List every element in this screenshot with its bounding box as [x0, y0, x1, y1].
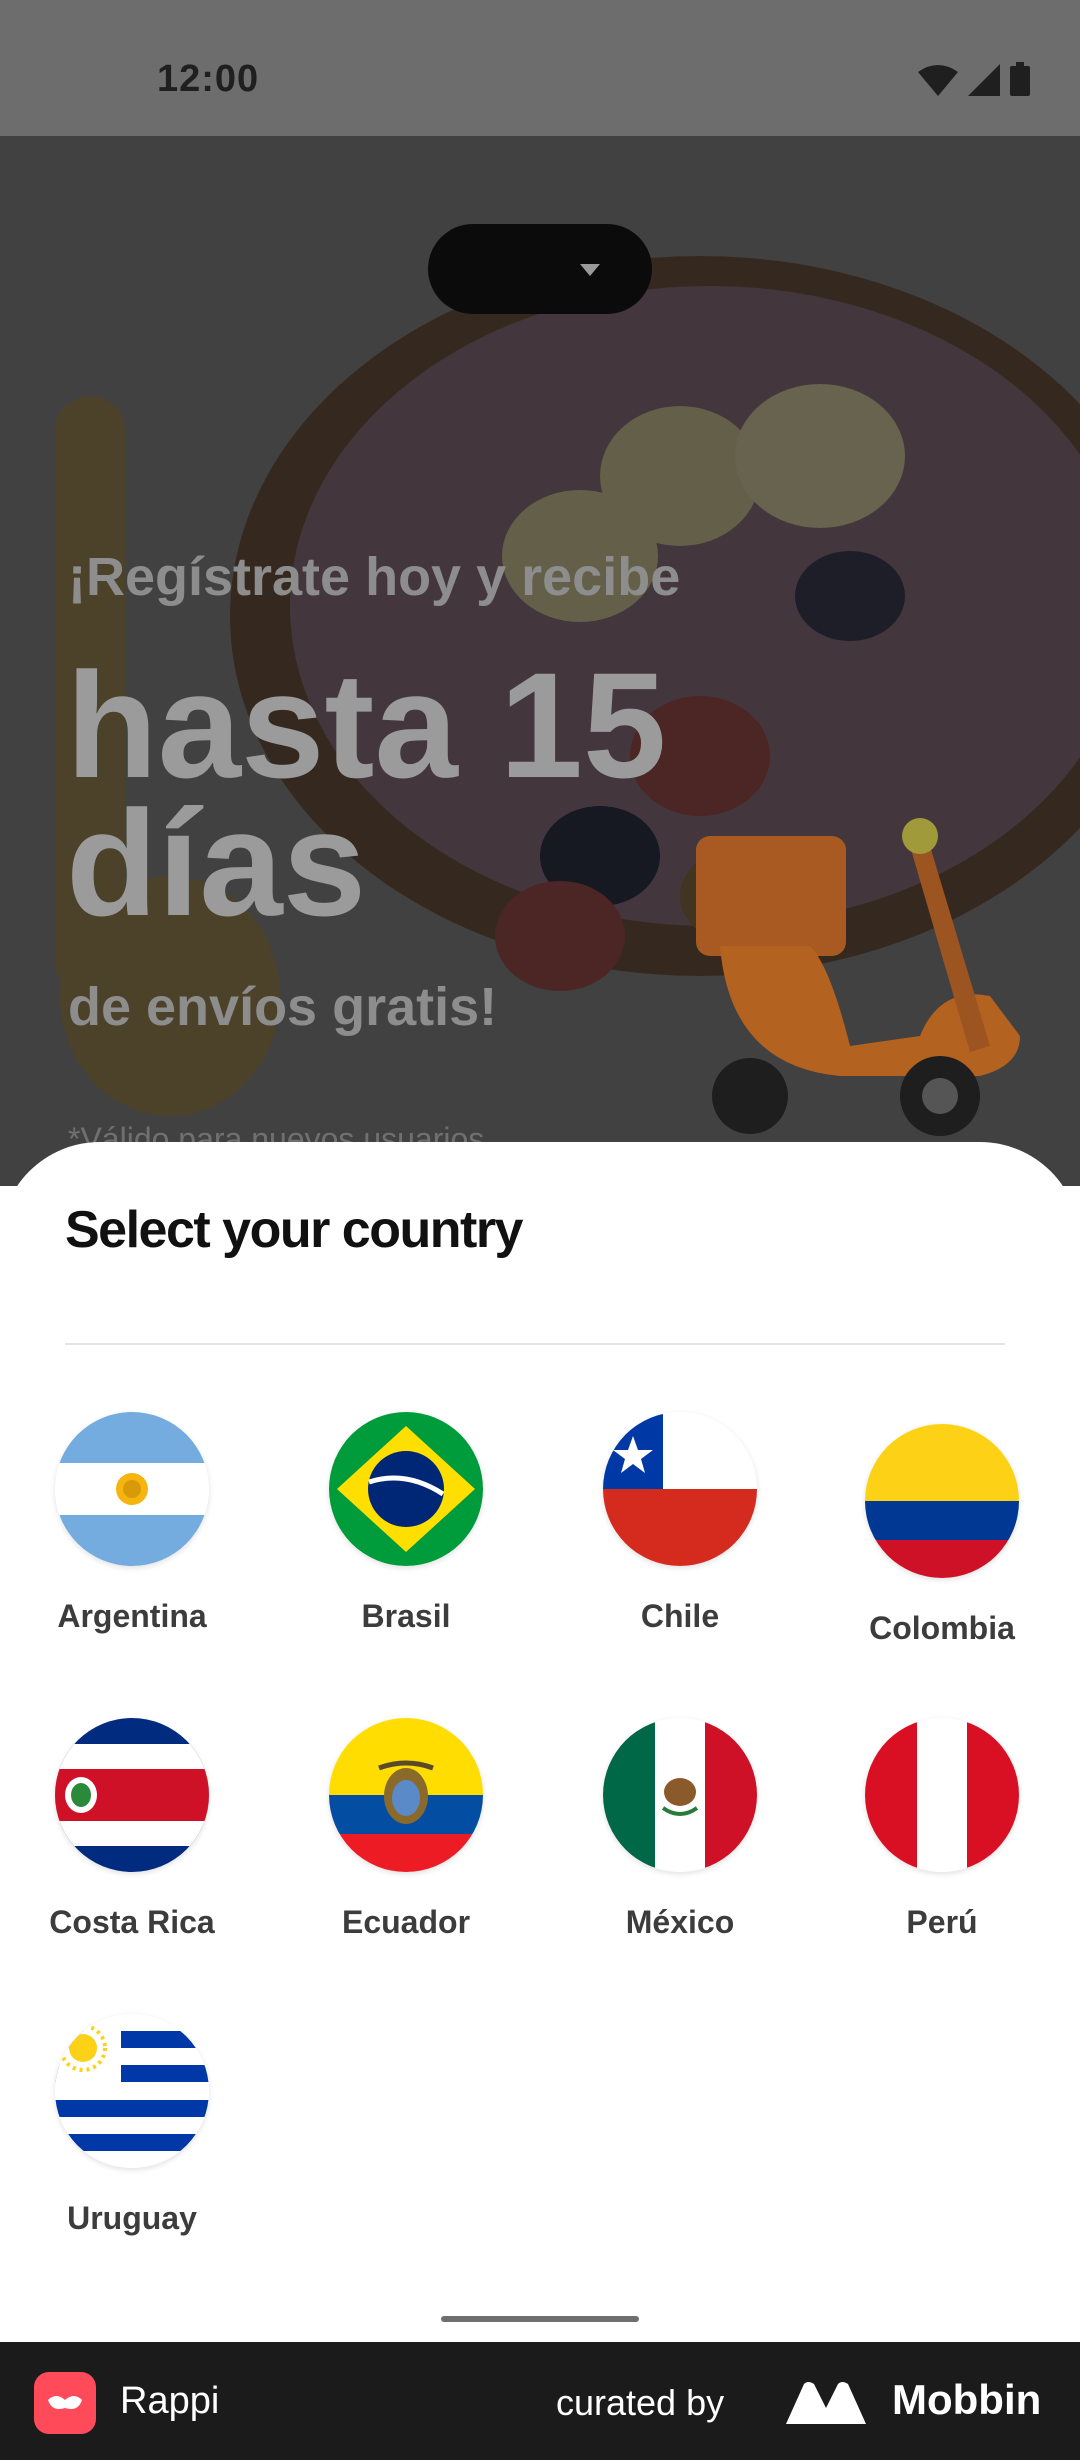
footer-bar: Rappi curated by Mobbin — [0, 2342, 1080, 2460]
scooter-image — [696, 818, 1020, 1136]
promo-line3: de envíos gratis! — [68, 977, 498, 1037]
peru-flag-icon — [865, 1718, 1019, 1872]
divider — [65, 1343, 1005, 1345]
country-peru[interactable]: Perú — [817, 1718, 1067, 1941]
uruguay-flag-icon — [55, 2014, 209, 2168]
promo-banner: ¡Regístrate hoy y recibe hasta 15 días d… — [0, 136, 1080, 1186]
status-time: 12:00 — [157, 58, 260, 100]
status-icons — [918, 62, 1030, 96]
colombia-flag-icon — [865, 1424, 1019, 1578]
country-mexico[interactable]: México — [555, 1718, 805, 1941]
country-uruguay[interactable]: Uruguay — [7, 2014, 257, 2237]
country-label: Colombia — [869, 1610, 1015, 1646]
chile-flag-icon — [603, 1412, 757, 1566]
brasil-flag-icon — [329, 1412, 483, 1566]
country-label: Chile — [640, 1598, 720, 1634]
costa-rica-flag-icon — [55, 1718, 209, 1872]
home-indicator[interactable] — [441, 2316, 639, 2322]
country-costa-rica[interactable]: Costa Rica — [7, 1718, 257, 1941]
rappi-app-icon — [34, 2372, 96, 2434]
mexico-flag-icon — [603, 1718, 757, 1872]
signal-icon — [968, 64, 1000, 96]
country-label: Brasil — [361, 1598, 451, 1634]
country-colombia[interactable]: Colombia — [817, 1424, 1067, 1647]
promo-headline: hasta 15 días — [66, 641, 667, 947]
country-label: Argentina — [57, 1598, 207, 1634]
wifi-icon — [918, 65, 958, 96]
country-chile[interactable]: Chile — [555, 1412, 805, 1635]
country-label: Ecuador — [341, 1904, 471, 1940]
country-ecuador[interactable]: Ecuador — [281, 1718, 531, 1941]
battery-icon — [1010, 62, 1030, 96]
sheet-title: Select your country — [65, 1201, 523, 1259]
country-picker-sheet: Select your country Argentina Brasil Chi… — [0, 1142, 1080, 2342]
argentina-flag-icon — [55, 1412, 209, 1566]
mobbin-brand: Mobbin — [892, 2376, 1042, 2423]
country-brasil[interactable]: Brasil — [281, 1412, 531, 1635]
country-label: Uruguay — [67, 2200, 197, 2236]
curated-by-label: curated by — [556, 2382, 725, 2423]
mobbin-logo-icon — [786, 2382, 866, 2424]
country-label: Costa Rica — [49, 1904, 215, 1940]
ecuador-flag-icon — [329, 1718, 483, 1872]
app-name: Rappi — [120, 2380, 220, 2422]
status-bar: 12:00 — [0, 0, 1080, 136]
country-argentina[interactable]: Argentina — [7, 1412, 257, 1635]
location-selector — [428, 224, 652, 314]
promo-line1: ¡Regístrate hoy y recibe — [68, 547, 681, 607]
country-label: Perú — [906, 1904, 978, 1940]
country-label: México — [625, 1904, 735, 1940]
chevron-down-icon — [580, 264, 600, 276]
